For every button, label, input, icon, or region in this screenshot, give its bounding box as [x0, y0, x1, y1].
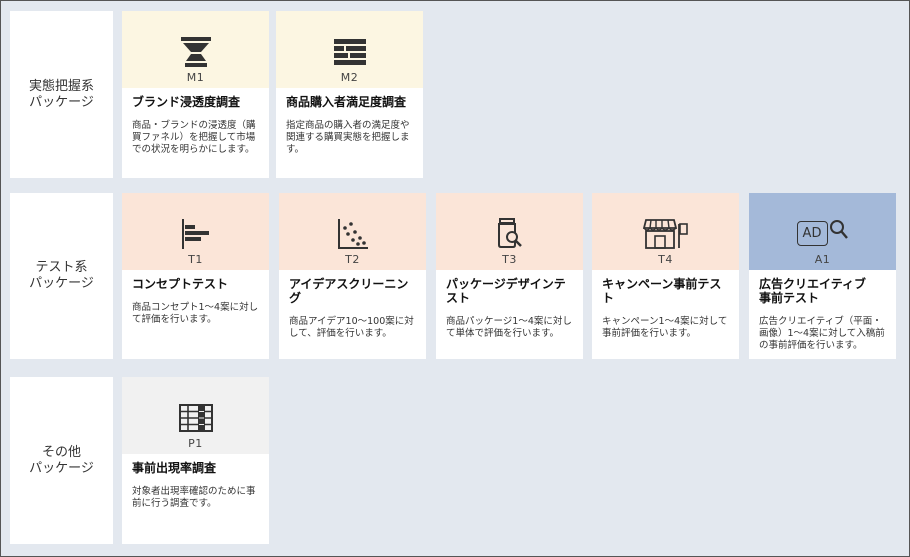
package-card-t1[interactable]: T1 コンセプトテスト 商品コンセプト1～4案に対して評価を行います。	[122, 193, 269, 359]
package-card-m1[interactable]: M1 ブランド浸透度調査 商品・ブランドの浸透度（購買ファネル）を把握して市場で…	[122, 11, 269, 178]
package-description: 広告クリエイティブ（平面・画像）1～4案に対して入稿前の事前評価を行います。	[759, 316, 885, 351]
list-bars-icon	[333, 35, 367, 69]
package-code: M2	[340, 71, 359, 84]
bar-chart-icon	[180, 217, 212, 251]
row-label-line: 実態把握系	[28, 78, 94, 94]
ad-search-icon: AD	[796, 217, 849, 251]
package-description: キャンペーン1～4案に対して事前評価を行います。	[602, 316, 728, 339]
package-title: 商品購入者満足度調査	[286, 95, 407, 109]
package-search-icon	[494, 217, 526, 251]
row-label-test: テスト系 パッケージ	[10, 193, 113, 359]
row-label-measurement: 実態把握系 パッケージ	[10, 11, 113, 178]
package-code: P1	[188, 437, 203, 450]
package-card-t4[interactable]: T4 キャンペーン事前テスト キャンペーン1～4案に対して事前評価を行います。	[592, 193, 739, 359]
scatter-plot-icon	[337, 217, 369, 251]
package-title: 広告クリエイティブ 事前テスト	[749, 270, 896, 305]
package-code: A1	[814, 253, 831, 266]
package-title: アイデアスクリーニング	[289, 277, 409, 305]
package-title: 事前出現率調査	[132, 461, 217, 475]
package-title: キャンペーン事前テスト	[602, 277, 722, 305]
package-code: T4	[658, 253, 673, 266]
package-card-p1[interactable]: P1 事前出現率調査 対象者出現率確認のために事前に行う調査です。	[122, 377, 269, 544]
grid-table-icon	[178, 401, 213, 435]
row-label-other: その他 パッケージ	[10, 377, 113, 544]
row-label-line: パッケージ	[29, 460, 94, 476]
package-title: ブランド浸透度調査	[132, 95, 241, 109]
package-code: T1	[188, 253, 203, 266]
row-label-line: パッケージ	[29, 276, 94, 291]
package-description: 商品・ブランドの浸透度（購買ファネル）を把握して市場での状況を明らかにします。	[132, 120, 256, 155]
package-title: パッケージデザインテスト	[446, 277, 566, 305]
package-description: 商品アイデア10～100案に対して、評価を行います。	[289, 316, 414, 339]
package-title-line: 事前テスト	[759, 291, 820, 305]
package-description: 指定商品の購入者の満足度や関連する購買実態を把握します。	[286, 120, 410, 155]
package-title-line: 広告クリエイティブ	[759, 277, 867, 291]
package-code: T2	[345, 253, 360, 266]
row-label-line: テスト系	[35, 260, 88, 275]
package-description: 商品パッケージ1～4案に対して単体で評価を行います。	[446, 316, 572, 339]
row-label-line: パッケージ	[29, 94, 94, 110]
package-card-a1[interactable]: AD A1 広告クリエイティブ 事前テスト 広告クリエイティブ（平面・画像）1～…	[749, 193, 896, 359]
package-description: 商品コンセプト1～4案に対して評価を行います。	[132, 302, 259, 325]
package-description: 対象者出現率確認のために事前に行う調査です。	[132, 486, 256, 509]
funnel-icon	[179, 35, 213, 69]
package-card-t3[interactable]: T3 パッケージデザインテスト 商品パッケージ1～4案に対して単体で評価を行いま…	[436, 193, 583, 359]
package-card-t2[interactable]: T2 アイデアスクリーニング 商品アイデア10～100案に対して、評価を行います…	[279, 193, 426, 359]
package-title: コンセプトテスト	[132, 277, 229, 291]
package-card-m2[interactable]: M2 商品購入者満足度調査 指定商品の購入者の満足度や関連する購買実態を把握しま…	[276, 11, 423, 178]
package-code: M1	[186, 71, 205, 84]
storefront-icon	[642, 217, 689, 251]
package-code: T3	[502, 253, 517, 266]
row-label-line: その他	[41, 444, 81, 460]
ad-label: AD	[796, 221, 828, 246]
